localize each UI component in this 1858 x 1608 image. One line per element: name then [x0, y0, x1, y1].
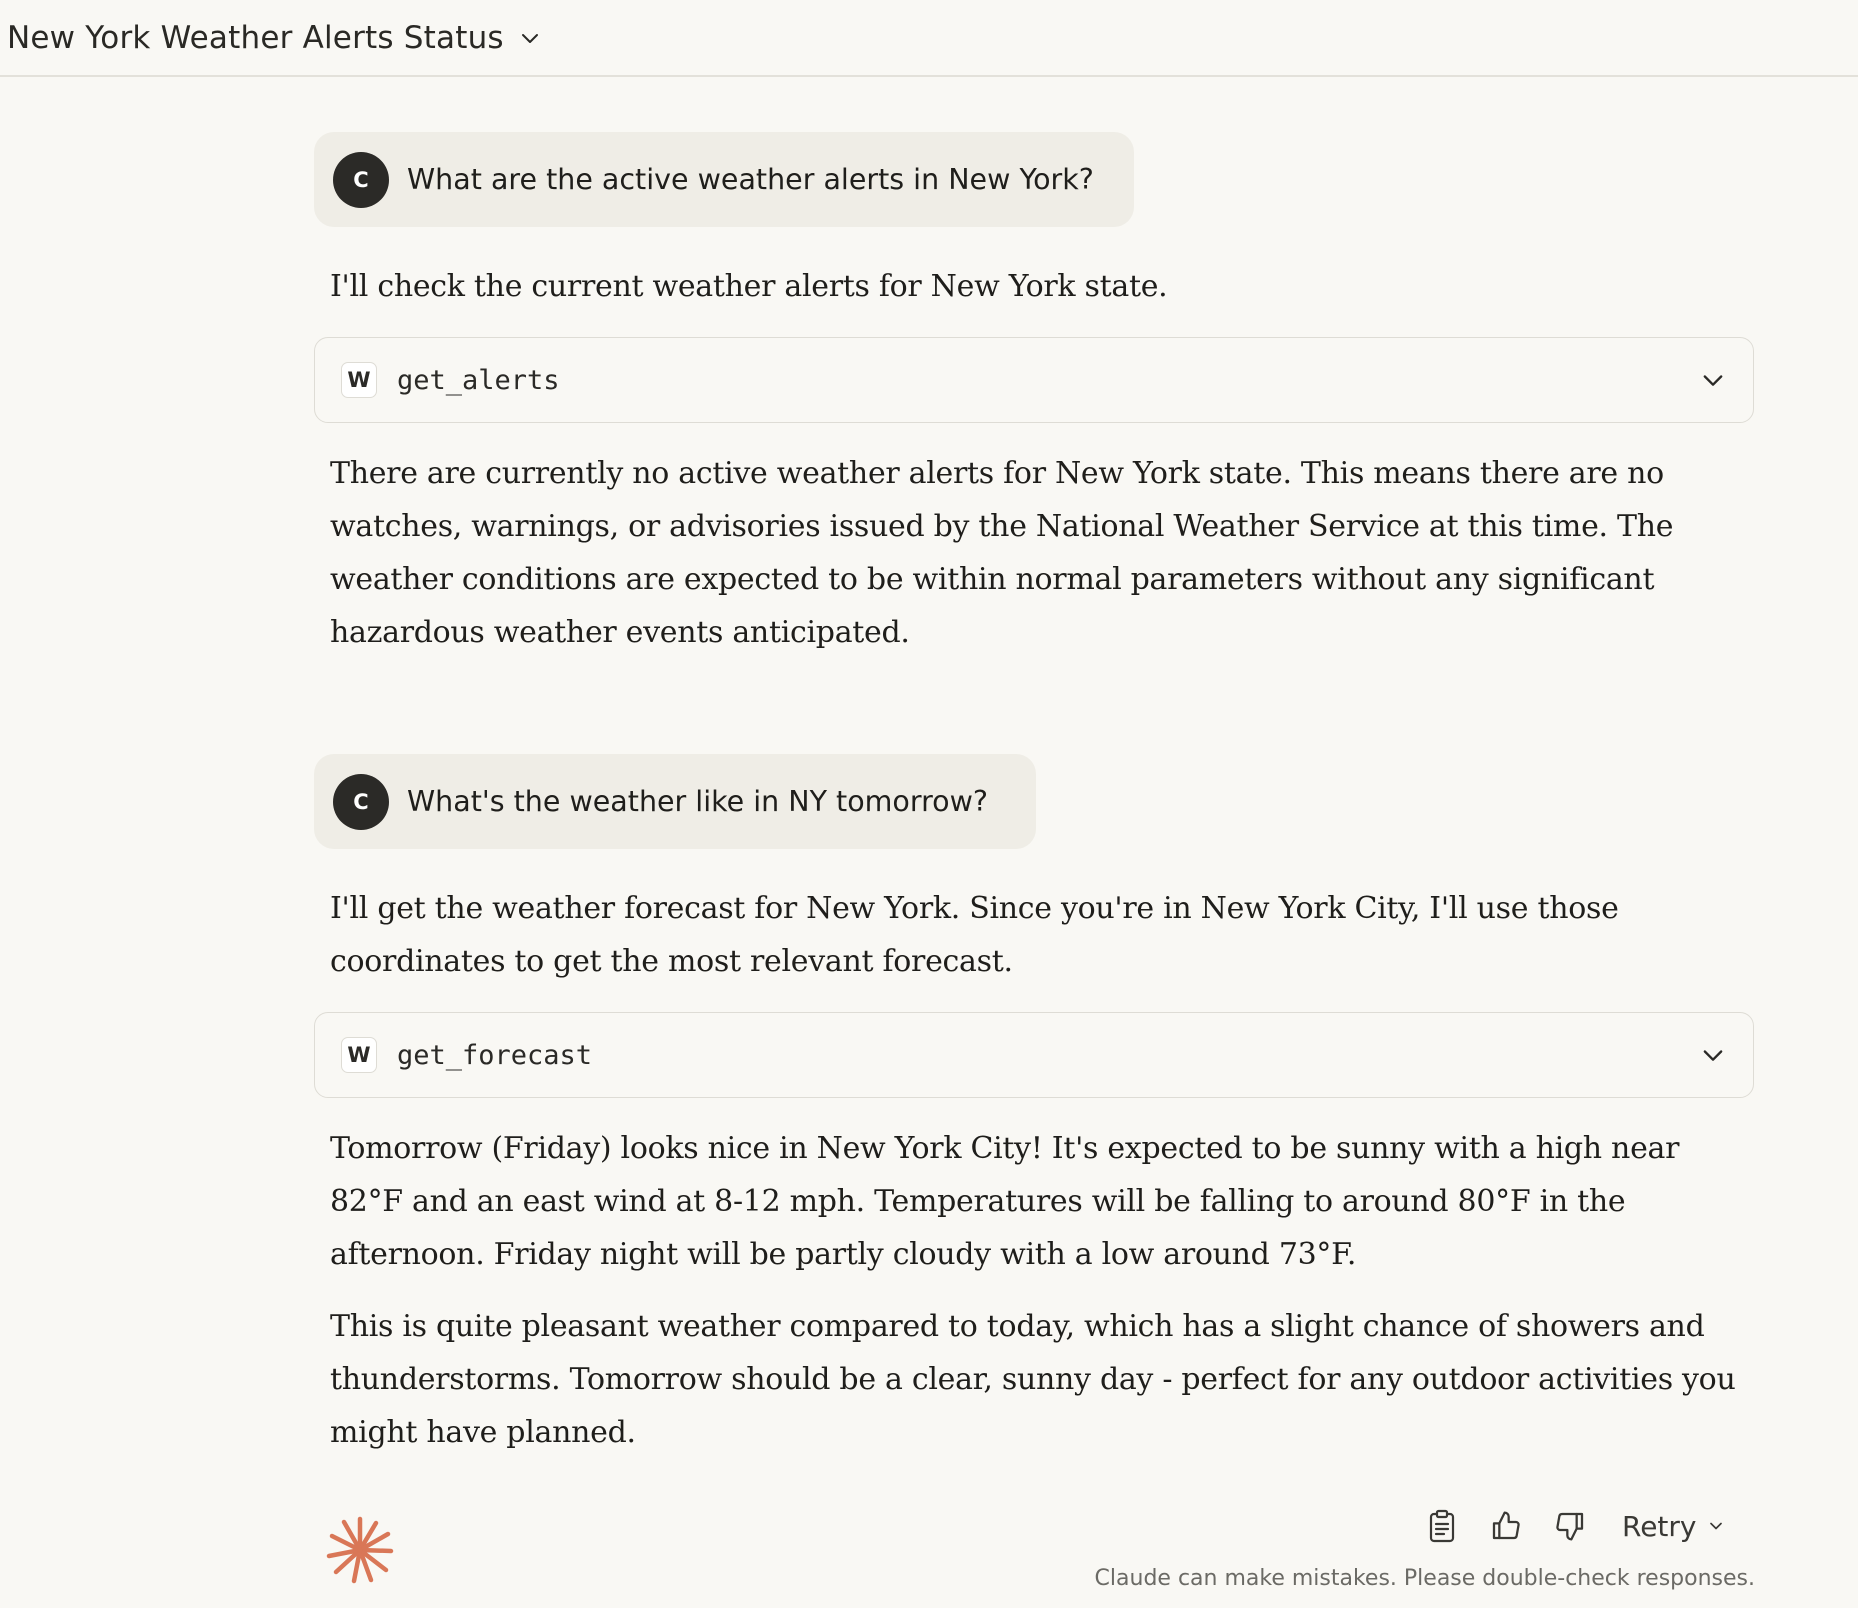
copy-icon: [1429, 1509, 1455, 1543]
tool-badge: W: [341, 1037, 377, 1073]
retry-button[interactable]: Retry: [1622, 1510, 1726, 1543]
user-message-text: What are the active weather alerts in Ne…: [407, 163, 1094, 196]
assistant-response: Tomorrow (Friday) looks nice in New York…: [330, 1131, 1680, 1272]
tool-call-get-forecast[interactable]: W get_forecast: [314, 1012, 1754, 1098]
chat-title: New York Weather Alerts Status: [7, 19, 504, 56]
thumbs-down-icon: [1556, 1512, 1584, 1541]
thumbs-up-button[interactable]: [1488, 1508, 1524, 1544]
user-message-text: What's the weather like in NY tomorrow?: [407, 785, 989, 818]
message-actions: Retry: [1424, 1508, 1726, 1544]
thumbs-down-button[interactable]: [1552, 1508, 1588, 1544]
assistant-intro: I'll check the current weather alerts fo…: [330, 269, 1168, 304]
retry-label: Retry: [1622, 1509, 1697, 1543]
chevron-down-icon: [521, 33, 538, 43]
tool-call-get-alerts[interactable]: W get_alerts: [314, 337, 1754, 423]
chevron-down-icon[interactable]: [1699, 1041, 1727, 1069]
copy-button[interactable]: [1424, 1508, 1460, 1544]
user-avatar: C: [333, 151, 389, 208]
user-message: C What's the weather like in NY tomorrow…: [314, 754, 1036, 849]
tool-badge: W: [341, 362, 377, 398]
tool-name: get_forecast: [397, 1039, 593, 1071]
assistant-response: There are currently no active weather al…: [330, 456, 1674, 650]
user-avatar: C: [333, 773, 389, 830]
top-bar: New York Weather Alerts Status: [0, 0, 1858, 77]
user-message: C What are the active weather alerts in …: [314, 132, 1134, 227]
chevron-down-icon[interactable]: [1699, 366, 1727, 394]
tool-name: get_alerts: [397, 364, 560, 396]
disclaimer-text: Claude can make mistakes. Please double-…: [1094, 1566, 1755, 1591]
chat-title-button[interactable]: New York Weather Alerts Status: [0, 20, 542, 56]
assistant-intro: I'll get the weather forecast for New Yo…: [330, 891, 1619, 979]
thumbs-up-icon: [1492, 1511, 1520, 1540]
chevron-down-icon: [1710, 1522, 1723, 1530]
claude-logo-icon: [326, 1516, 394, 1584]
assistant-response: This is quite pleasant weather compared …: [330, 1309, 1736, 1450]
